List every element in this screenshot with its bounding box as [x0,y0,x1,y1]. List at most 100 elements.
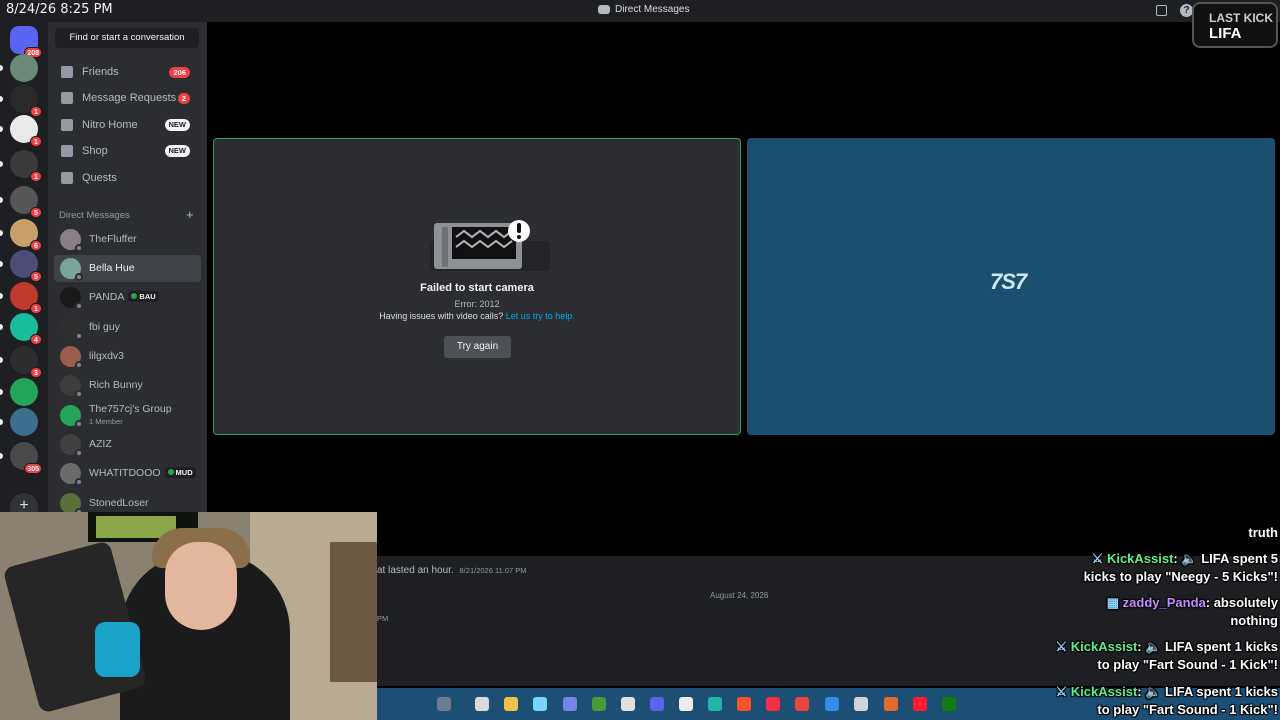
dm-item[interactable]: Bella Hue [54,255,201,282]
server-badge: 1 [30,106,42,117]
teams-icon[interactable] [533,697,547,711]
stream-chat-text-continued: to play "Fart Sound - 1 Kick"! [1097,702,1278,717]
stream-chat-line: ⚔ KickAssist: 🔈 LIFA spent 5 [1084,550,1278,568]
server-icon[interactable] [10,408,38,436]
server-icon[interactable]: 1 [10,85,42,117]
server-icon[interactable] [10,54,38,82]
camera-help-link[interactable]: Let us try to help. [506,311,575,321]
camera-error-illustration: × [430,220,550,271]
nav-item-nitro-home[interactable]: Nitro Home NEW [54,113,201,137]
dm-subtext: 1 Member [89,417,123,426]
speaker-icon: 🔈 [1145,684,1166,699]
github-icon[interactable] [650,697,664,711]
avatar [60,346,83,369]
stream-chat-username: KickAssist [1070,639,1138,654]
server-icon[interactable]: 5 [10,250,42,282]
sword-icon: ⚔ [1055,684,1071,699]
calculator-icon[interactable] [563,697,577,711]
snip-icon[interactable] [825,697,839,711]
app-icon[interactable] [679,697,693,711]
inbox-icon[interactable] [1156,5,1167,16]
folder-icon[interactable] [475,697,489,711]
server-icon[interactable]: 305 [10,442,42,474]
dm-item[interactable]: The757cj's Group 1 Member [54,402,201,429]
dm-item[interactable]: PANDA BAU [54,284,201,311]
stream-chat-text: absolutely [1213,595,1278,610]
dm-item[interactable]: lilgxdv3 [54,343,201,370]
stream-chat-text-continued: nothing [1230,613,1278,628]
app-red-icon[interactable] [766,697,780,711]
chrome-icon[interactable] [592,697,606,711]
nav-item-message-requests[interactable]: Message Requests 2 [54,86,201,110]
stream-chat-message: ▦ zaddy_Panda: absolutely nothing [1107,594,1278,630]
status-indicator [75,332,83,340]
avatar [60,287,83,310]
chat-message: at lasted an hour. 8/21/2026 11:07 PM [377,565,527,576]
count-badge: 2 [177,93,190,104]
unread-pip [0,65,3,71]
nitro-home-icon [61,119,73,131]
server-icon[interactable] [10,378,38,406]
find-conversation-button[interactable]: Find or start a conversation [55,28,199,48]
dm-item[interactable]: TheFluffer [54,226,201,253]
dm-name: The757cj's Group [89,403,172,415]
chat-message-text: at lasted an hour. [377,565,454,576]
discord-icon [598,5,610,14]
dm-name-text: fbi guy [89,321,120,333]
shop-icon [61,145,73,157]
help-icon[interactable] [795,697,809,711]
dm-sidebar: Find or start a conversation Direct Mess… [48,22,207,516]
new-badge: NEW [164,145,190,157]
try-again-button[interactable]: Try again [444,336,511,358]
dm-item[interactable]: Rich Bunny [54,372,201,399]
home-button[interactable]: 208 [10,26,42,58]
stream-chat-text: truth [1248,525,1278,540]
stream-chat-line: ⚔ KickAssist: 🔈 LIFA spent 1 kicks [1056,683,1278,701]
dm-item[interactable]: WHATITDOOO MUD [54,460,201,487]
excel-icon[interactable] [942,697,956,711]
status-indicator [75,244,83,252]
dm-item[interactable]: fbi guy [54,314,201,341]
server-icon[interactable]: 1 [10,150,42,182]
opera-icon[interactable] [884,697,898,711]
server-icon[interactable]: 1 [10,282,42,314]
xbox-icon[interactable] [913,697,927,711]
dm-section-header: Direct Messages [59,210,130,221]
avatar [60,463,83,486]
create-dm-plus-icon[interactable]: + [186,207,194,222]
server-icon[interactable]: 4 [10,313,42,345]
discord-icon[interactable] [621,697,635,711]
status-indicator [75,449,83,457]
unread-pip [0,197,3,203]
music-icon[interactable] [737,697,751,711]
remote-avatar-logo: 7S7 [990,269,1027,294]
app-orange-icon[interactable] [854,697,868,711]
dm-item[interactable]: AZIZ [54,431,201,458]
dm-name-text: lilgxdv3 [89,350,125,362]
status-indicator [75,302,83,310]
server-icon[interactable]: 1 [10,115,42,147]
remote-video-tile[interactable]: 7S7 [747,138,1275,435]
file-explorer-icon[interactable] [437,697,451,711]
stream-chat-separator: : [1205,595,1214,610]
avatar [60,493,83,516]
stream-chat-username: KickAssist [1106,551,1174,566]
camera-error-title: Failed to start camera [420,282,534,294]
server-icon[interactable]: 3 [10,346,42,378]
guild-tag-text: BAU [139,292,156,301]
unread-pip [0,419,3,425]
server-icon[interactable]: 6 [10,219,42,251]
dm-name-text: WHATITDOOO [89,467,161,479]
nav-item-label: Message Requests [82,92,177,104]
status-indicator [75,420,83,428]
server-icon[interactable]: 5 [10,186,42,218]
unread-pip [0,261,3,267]
brave-icon[interactable] [708,697,722,711]
unread-pip [0,161,3,167]
nav-item-friends[interactable]: Friends 206 [54,60,201,84]
window-title: Direct Messages [598,4,689,15]
copilot-icon[interactable] [504,697,518,711]
nav-item-shop[interactable]: Shop NEW [54,139,201,163]
local-video-tile[interactable]: × Failed to start camera Error: 2012 Hav… [213,138,741,435]
nav-item-quests[interactable]: Quests [54,166,201,190]
